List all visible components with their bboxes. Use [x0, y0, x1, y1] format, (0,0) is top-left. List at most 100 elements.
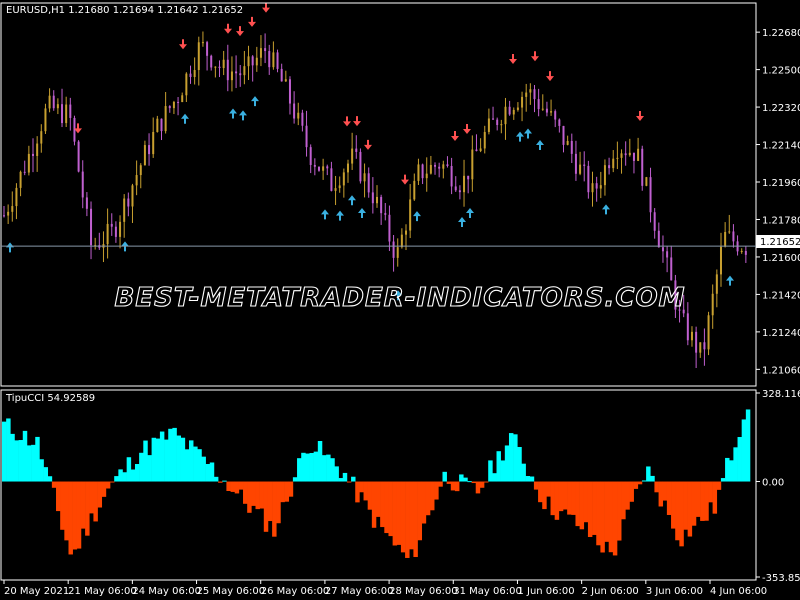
candle-body	[711, 293, 714, 316]
cci-bar	[263, 481, 269, 532]
cci-bar	[733, 447, 738, 482]
cci-bar	[72, 481, 78, 550]
cci-bar	[76, 481, 82, 549]
cci-bar	[484, 481, 489, 483]
cci-bar	[413, 481, 418, 558]
candle-body	[363, 173, 366, 182]
candle-body	[400, 234, 403, 248]
cci-bar	[56, 481, 61, 512]
candle-body	[413, 180, 416, 200]
candle-body	[313, 164, 316, 167]
cci-bar	[118, 469, 123, 482]
cci-bar	[592, 481, 597, 535]
cci-bar	[405, 481, 410, 558]
candle-body	[467, 175, 470, 180]
cci-bar	[193, 446, 198, 482]
candle-body	[210, 55, 213, 68]
candle-body	[612, 158, 615, 169]
candle-body	[268, 51, 271, 68]
cci-bar	[168, 428, 173, 482]
buy-arrow	[251, 96, 259, 107]
buy-arrow	[726, 275, 734, 286]
candle-body	[587, 165, 590, 193]
cci-bar	[488, 460, 493, 482]
candle-body	[19, 171, 22, 188]
cci-bar	[554, 481, 560, 520]
cci-bar	[101, 481, 107, 497]
cci-bar	[683, 481, 688, 530]
cci-bar	[662, 481, 668, 501]
cci-bar	[189, 440, 194, 482]
candle-body	[384, 213, 387, 215]
candle-body	[317, 166, 320, 171]
candle-body	[591, 183, 594, 193]
candle-body	[23, 171, 26, 173]
cci-tick-label: 328.116	[762, 389, 800, 400]
candle-body	[61, 104, 64, 124]
candle-body	[707, 315, 710, 350]
cci-bar	[716, 481, 722, 490]
candle-body	[164, 106, 167, 132]
cci-bar	[184, 449, 190, 482]
time-axis: 20 May 202121 May 06:0024 May 06:0025 Ma…	[3, 580, 767, 597]
candle-body	[670, 257, 673, 281]
cci-bar	[371, 481, 377, 528]
cci-bar	[583, 481, 589, 523]
sell-arrow	[248, 16, 256, 27]
cci-bar	[218, 481, 223, 483]
price-tick-label: 1.22500	[762, 66, 800, 77]
cci-bar	[93, 481, 98, 522]
cci-bar	[517, 446, 522, 482]
cci-bar	[529, 476, 535, 482]
cci-bar	[346, 481, 352, 483]
sell-arrow	[531, 51, 539, 62]
cci-bar	[596, 481, 601, 546]
cci-bar	[35, 436, 40, 482]
cci-bar	[255, 481, 260, 510]
cci-bar	[272, 481, 277, 537]
candle-body	[421, 164, 424, 179]
time-tick-label: 21 May 06:00	[68, 586, 137, 597]
cci-bar	[646, 466, 651, 482]
cci-bar	[687, 481, 693, 537]
cci-bar	[558, 481, 564, 512]
sell-arrow	[509, 54, 517, 65]
candle-body	[529, 89, 532, 93]
cci-bar	[164, 439, 169, 482]
sell-arrow	[451, 130, 459, 141]
sell-arrow	[224, 23, 232, 34]
candle-body	[686, 313, 689, 341]
cci-bar	[538, 481, 543, 503]
cci-bar	[438, 481, 443, 487]
cci-bar	[745, 409, 751, 482]
cci-bar	[600, 481, 605, 553]
candle-body	[545, 108, 548, 113]
cci-bar	[679, 481, 684, 547]
candle-body	[201, 42, 204, 44]
cci-bar	[60, 481, 65, 530]
candle-body	[152, 131, 155, 155]
current-price-label: 1.21652	[760, 237, 800, 248]
candle-body	[193, 70, 196, 78]
cci-bar	[334, 466, 339, 482]
cci-bar	[47, 476, 53, 482]
candle-body	[434, 164, 437, 167]
candle-body	[52, 95, 55, 109]
cci-tick-label: -353.85769	[762, 573, 800, 584]
cci-bar	[201, 456, 206, 482]
candle-body	[206, 42, 209, 56]
cci-bar	[251, 481, 256, 506]
cci-bar	[259, 481, 265, 509]
candle-body	[512, 109, 515, 115]
cci-bar	[729, 460, 734, 482]
cci-bar	[305, 453, 310, 482]
cci-bar	[691, 481, 697, 526]
sell-arrow	[236, 26, 244, 37]
cci-bar	[675, 481, 680, 541]
cci-bar	[280, 481, 285, 503]
cci-bar	[421, 481, 427, 524]
cci-bar	[51, 481, 57, 488]
time-tick-label: 2 Jun 06:00	[582, 586, 639, 597]
cci-bar	[247, 481, 252, 513]
sell-arrow	[353, 116, 361, 127]
